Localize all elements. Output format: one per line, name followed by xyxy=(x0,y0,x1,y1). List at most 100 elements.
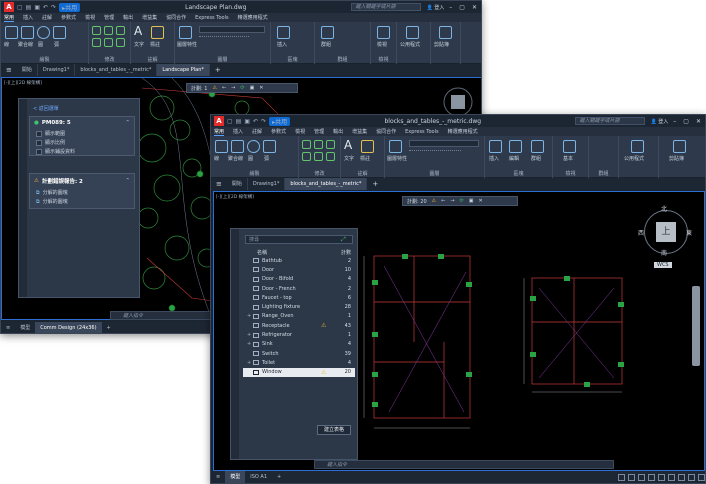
snap-icon[interactable] xyxy=(628,473,635,481)
redo-icon[interactable]: ↷ xyxy=(51,4,56,11)
tab-manage[interactable]: 管理 xyxy=(104,14,114,21)
tab-annotate[interactable]: 註解 xyxy=(252,128,262,135)
toggle-icon[interactable]: ▣ xyxy=(469,198,474,204)
ortho-icon[interactable] xyxy=(638,473,645,481)
close-toolbar-icon[interactable]: ✕ xyxy=(259,85,263,91)
fillet-icon[interactable] xyxy=(326,152,335,161)
arrow-right-icon[interactable]: → xyxy=(450,198,454,204)
text-tool-icon[interactable]: A xyxy=(344,138,352,152)
tab-view[interactable]: 檢視 xyxy=(295,128,305,135)
command-line[interactable]: 鍵入指令 xyxy=(110,311,220,320)
tab-featured-apps[interactable]: 精選應用程式 xyxy=(238,14,268,21)
new-tab-icon[interactable]: + xyxy=(367,180,383,188)
undo-icon[interactable]: ↶ xyxy=(253,118,258,125)
layer-dropdown[interactable] xyxy=(199,26,265,33)
arrow-left-icon[interactable]: ← xyxy=(441,198,445,204)
back-to-menu-link[interactable]: < 返回選單 xyxy=(33,105,59,112)
view-cube-top[interactable]: 上 xyxy=(656,222,676,242)
menu-icon[interactable]: ≡ xyxy=(1,66,17,74)
grid-icon[interactable] xyxy=(618,473,625,481)
line-tool-icon[interactable] xyxy=(5,26,18,39)
search-input[interactable]: 鍵入關鍵字或片語 xyxy=(575,117,646,125)
tab-insert[interactable]: 插入 xyxy=(23,14,33,21)
search-input[interactable]: 鍵入關鍵字或片語 xyxy=(351,3,422,11)
layer-properties-icon[interactable] xyxy=(179,26,192,39)
block-row[interactable]: Door - French 2 xyxy=(243,284,355,293)
circle-tool-icon[interactable] xyxy=(247,140,260,153)
trace-toolbar[interactable]: 計劃: 20 ⚠ ← → ⟳ ▣ ✕ xyxy=(402,196,518,206)
arc-tool-icon[interactable] xyxy=(263,140,276,153)
polar-icon[interactable] xyxy=(648,473,655,481)
checkbox-icon[interactable] xyxy=(36,148,42,155)
block-row[interactable]: + Toilet 4 xyxy=(243,358,355,367)
new-tab-icon[interactable]: + xyxy=(210,66,226,74)
fillet-icon[interactable] xyxy=(116,38,125,47)
view-cube[interactable]: 上 北 南 東 西 WCS xyxy=(638,206,694,278)
save-icon[interactable]: ▣ xyxy=(34,4,40,11)
edit-block-icon[interactable] xyxy=(509,140,522,153)
report-item[interactable]: ⧉ 分解的圖塊 xyxy=(30,188,134,197)
minimize-icon[interactable]: – xyxy=(449,4,452,11)
add-layout-icon[interactable]: + xyxy=(102,322,116,333)
block-row[interactable]: Receptacle ⚠ 43 xyxy=(243,321,355,330)
doc-tab-landscape[interactable]: Landscape Plan* xyxy=(157,64,210,76)
maximize-icon[interactable]: ▢ xyxy=(683,118,689,125)
tab-express-tools[interactable]: Express Tools xyxy=(405,129,438,135)
doc-tab-start[interactable]: 開始 xyxy=(227,178,248,190)
arc-tool-icon[interactable] xyxy=(53,26,66,39)
move-icon[interactable] xyxy=(92,26,101,35)
tab-output[interactable]: 輸出 xyxy=(333,128,343,135)
undo-icon[interactable]: ↶ xyxy=(43,4,48,11)
arrow-left-icon[interactable]: ← xyxy=(222,85,226,91)
tab-view[interactable]: 檢視 xyxy=(85,14,95,21)
insert-block-icon[interactable] xyxy=(277,26,290,39)
tab-home[interactable]: 常用 xyxy=(4,14,15,22)
layout-menu-icon[interactable]: ≡ xyxy=(1,322,15,333)
tab-parametric[interactable]: 參數式 xyxy=(61,14,76,21)
annotation-scale-icon[interactable] xyxy=(678,473,685,481)
trim-icon[interactable] xyxy=(116,26,125,35)
app-logo-icon[interactable]: A xyxy=(214,116,224,126)
app-logo-icon[interactable]: A xyxy=(4,2,14,12)
layer-properties-icon[interactable] xyxy=(389,140,402,153)
redo-icon[interactable]: ↷ xyxy=(261,118,266,125)
mirror-icon[interactable] xyxy=(104,38,113,47)
add-layout-icon[interactable]: + xyxy=(272,471,286,483)
lineweight-icon[interactable] xyxy=(668,473,675,481)
tab-home[interactable]: 常用 xyxy=(214,128,225,136)
tab-collaborate[interactable]: 協同合作 xyxy=(376,128,396,135)
dimension-icon[interactable] xyxy=(361,140,374,153)
workspace-icon[interactable] xyxy=(688,473,695,481)
check-row[interactable]: 顯示鋪設資料 xyxy=(30,147,134,156)
line-tool-icon[interactable] xyxy=(215,140,228,153)
tab-addins[interactable]: 增益集 xyxy=(142,14,157,21)
model-tab[interactable]: 模型 xyxy=(15,322,35,333)
checkbox-icon[interactable] xyxy=(36,139,42,146)
block-row[interactable]: Door - Bifold 4 xyxy=(243,275,355,284)
drawing-canvas[interactable]: [-][上][2D 線架構] 計劃: 20 ⚠ ← → ⟳ ▣ ✕ 上 北 南 … xyxy=(213,191,705,471)
create-table-button[interactable]: 建立表格 xyxy=(317,425,351,435)
tab-annotate[interactable]: 註解 xyxy=(42,14,52,21)
group-icon[interactable] xyxy=(321,26,334,39)
trace-toolbar[interactable]: 計劃: 1 ⚠ ← → ⟳ ▣ ✕ xyxy=(186,83,298,93)
layout-menu-icon[interactable]: ≡ xyxy=(211,471,225,483)
utilities-icon[interactable] xyxy=(631,140,644,153)
tab-output[interactable]: 輸出 xyxy=(123,14,133,21)
layout-tab[interactable]: ISO A1 xyxy=(245,471,272,483)
layout-tab[interactable]: Comm Design (24x36) xyxy=(35,322,102,333)
move-icon[interactable] xyxy=(302,140,311,149)
doc-tab-blocks[interactable]: blocks_and_tables_-_metric* xyxy=(285,178,368,190)
doc-tab-drawing1[interactable]: Drawing1* xyxy=(38,64,76,76)
collapse-icon[interactable]: ⌃ xyxy=(125,178,130,184)
menu-icon[interactable]: ≡ xyxy=(211,180,227,188)
refresh-icon[interactable]: ⟳ xyxy=(460,198,464,204)
close-toolbar-icon[interactable]: ✕ xyxy=(478,198,482,204)
tab-featured-apps[interactable]: 精選應用程式 xyxy=(448,128,478,135)
tab-collaborate[interactable]: 協同合作 xyxy=(166,14,186,21)
block-row[interactable]: Switch 39 xyxy=(243,349,355,358)
view-icon[interactable] xyxy=(377,26,390,39)
doc-tab-start[interactable]: 開始 xyxy=(17,64,38,76)
osnap-icon[interactable] xyxy=(658,473,665,481)
arrow-right-icon[interactable]: → xyxy=(231,85,235,91)
new-file-icon[interactable]: ▢ xyxy=(17,4,23,11)
